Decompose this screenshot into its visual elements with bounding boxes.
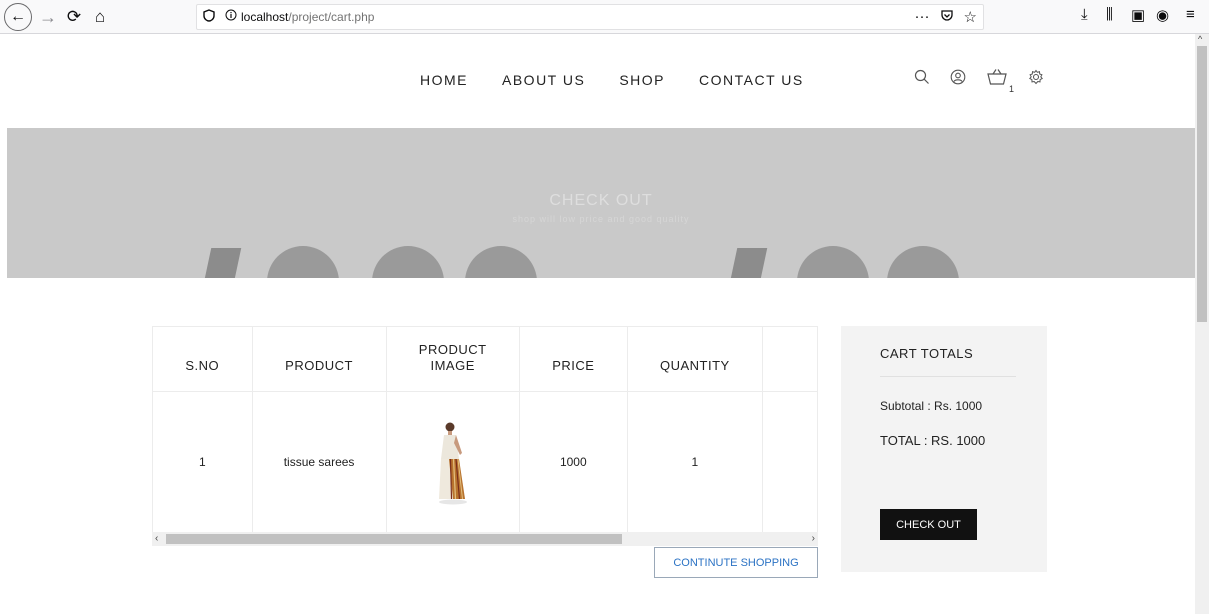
- shield-icon[interactable]: [203, 9, 215, 25]
- banner-decoration: [372, 246, 444, 278]
- browser-toolbar: ← → ⟳ ⌂ localhost/project/cart.php ··· ☆…: [0, 0, 1209, 34]
- column-header-product-image: PRODUCT IMAGE: [386, 327, 520, 392]
- banner-decoration: [267, 246, 339, 278]
- column-header-product: PRODUCT: [252, 327, 387, 392]
- cell-sno: 1: [153, 391, 253, 532]
- download-icon[interactable]: ⤓: [1081, 6, 1088, 23]
- divider: [880, 376, 1016, 377]
- scroll-up-arrow-icon[interactable]: ^: [1198, 34, 1202, 44]
- banner-decoration: [728, 248, 768, 278]
- banner-decoration: [202, 248, 242, 278]
- search-icon[interactable]: [914, 69, 930, 90]
- cart-table-container: S.NO PRODUCT PRODUCT IMAGE PRICE QUANTIT…: [152, 326, 818, 532]
- column-header-quantity: QUANTITY: [627, 327, 763, 392]
- info-icon[interactable]: [225, 9, 237, 24]
- cell-product: tissue sarees: [252, 391, 387, 532]
- pocket-icon[interactable]: [940, 8, 954, 26]
- url-actions: ··· ☆: [915, 8, 977, 26]
- scroll-right-arrow-icon[interactable]: ›: [812, 532, 815, 546]
- checkout-button[interactable]: CHECK OUT: [880, 509, 977, 540]
- cell-price: 1000: [519, 391, 628, 532]
- menu-icon[interactable]: ≡: [1186, 6, 1195, 23]
- user-icon[interactable]: [950, 69, 966, 90]
- url-text[interactable]: localhost/project/cart.php: [241, 10, 374, 24]
- back-button[interactable]: ←: [4, 3, 32, 31]
- url-path: /project/cart.php: [288, 10, 375, 24]
- banner-decoration: [887, 246, 959, 278]
- subtotal-text: Subtotal : Rs. 1000: [880, 399, 983, 413]
- banner-title: CHECK OUT: [549, 192, 653, 209]
- column-header-sno: S.NO: [153, 327, 253, 392]
- main-nav: HOME ABOUT US SHOP CONTACT US: [420, 72, 804, 88]
- table-horizontal-scrollbar[interactable]: ‹ ›: [152, 532, 818, 546]
- scrollbar-thumb[interactable]: [166, 534, 622, 544]
- settings-gear-icon[interactable]: [1028, 69, 1044, 90]
- cell-more: [762, 391, 818, 532]
- page-vertical-scrollbar[interactable]: ^: [1195, 34, 1209, 614]
- column-header-more: [762, 327, 818, 392]
- nav-contact-us[interactable]: CONTACT US: [699, 72, 804, 88]
- nav-home[interactable]: HOME: [420, 72, 468, 88]
- product-image[interactable]: [435, 419, 471, 505]
- forward-button[interactable]: →: [36, 5, 60, 29]
- column-header-price: PRICE: [519, 327, 628, 392]
- banner-decoration: [465, 246, 537, 278]
- cart-icon[interactable]: 1: [986, 68, 1014, 94]
- address-bar[interactable]: localhost/project/cart.php ··· ☆: [196, 4, 984, 30]
- reload-button[interactable]: ⟳: [62, 5, 86, 29]
- url-host: localhost: [241, 10, 289, 24]
- cell-quantity: 1: [627, 391, 763, 532]
- sidebar-icon[interactable]: ▣: [1131, 6, 1145, 24]
- table-row: 1 tissue sarees 1000 1: [153, 391, 818, 532]
- banner-decoration: [797, 246, 869, 278]
- scroll-left-arrow-icon[interactable]: ‹: [155, 532, 158, 546]
- nav-about-us[interactable]: ABOUT US: [502, 72, 585, 88]
- total-text: TOTAL : RS. 1000: [880, 433, 986, 448]
- cart-table: S.NO PRODUCT PRODUCT IMAGE PRICE QUANTIT…: [153, 327, 818, 532]
- page-scrollbar-thumb[interactable]: [1197, 46, 1207, 322]
- cell-product-image: [386, 391, 520, 532]
- table-header-row: S.NO PRODUCT PRODUCT IMAGE PRICE QUANTIT…: [153, 327, 818, 392]
- cart-totals-title: CART TOTALS: [880, 346, 974, 361]
- cart-count-badge: 1: [1008, 84, 1014, 94]
- library-icon[interactable]: ⫼: [1106, 6, 1113, 23]
- nav-shop[interactable]: SHOP: [619, 72, 665, 88]
- column-header-product-image-label: PRODUCT IMAGE: [418, 341, 487, 373]
- continue-shopping-button[interactable]: CONTINUTE SHOPPING: [654, 547, 818, 578]
- bookmark-star-icon[interactable]: ☆: [964, 8, 977, 26]
- cart-totals-panel: CART TOTALS Subtotal : Rs. 1000 TOTAL : …: [841, 326, 1047, 572]
- page-actions-icon[interactable]: ···: [915, 8, 930, 26]
- page-banner: CHECK OUT shop will low price and good q…: [7, 128, 1195, 278]
- account-icon[interactable]: ◉: [1156, 6, 1169, 24]
- home-button[interactable]: ⌂: [88, 5, 112, 29]
- banner-subtitle: shop will low price and good quality: [512, 214, 690, 224]
- header-icons: 1: [914, 68, 1044, 94]
